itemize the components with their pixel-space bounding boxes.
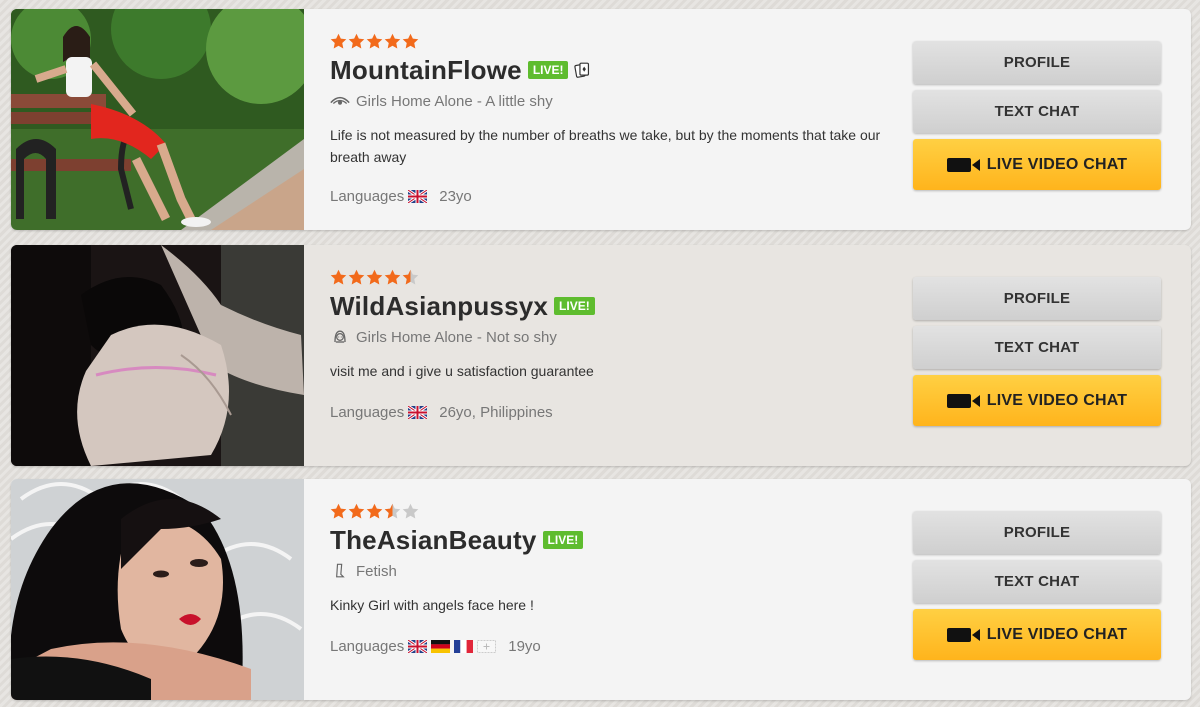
other-language-flag-icon <box>477 640 497 653</box>
uk-flag-icon <box>408 406 428 419</box>
empty-star-icon <box>402 503 419 518</box>
boot-icon <box>336 563 345 578</box>
age-label: 26yo, Philippines <box>439 404 553 421</box>
category-label: Girls Home Alone - Not so shy <box>356 328 557 346</box>
eye-icon <box>330 96 350 105</box>
profile-description: visit me and i give u satisfaction guara… <box>330 363 594 379</box>
profile-description: Life is not measured by the number of br… <box>330 127 881 165</box>
live-video-chat-label: LIVE VIDEO CHAT <box>986 625 1128 643</box>
live-video-chat-label: LIVE VIDEO CHAT <box>986 391 1128 409</box>
video-camera-icon <box>946 393 980 408</box>
profile-info: TheAsianBeauty LIVE! Fetish Kinky Girl w… <box>304 479 1191 700</box>
star-icon <box>348 503 365 518</box>
video-camera-icon <box>946 157 980 172</box>
star-icon <box>402 33 419 48</box>
live-badge: LIVE! <box>554 297 595 315</box>
half-star-icon <box>402 269 419 284</box>
category-label: Girls Home Alone - A little shy <box>356 92 553 110</box>
star-icon <box>366 33 383 48</box>
languages-row: Languages 19yo <box>330 638 541 655</box>
star-icon <box>348 269 365 284</box>
star-icon <box>348 33 365 48</box>
languages-row: Languages 26yo, Philippines <box>330 404 553 421</box>
germany-flag-icon <box>431 640 451 653</box>
france-flag-icon <box>454 640 474 653</box>
languages-label: Languages <box>330 638 405 655</box>
star-icon <box>384 269 401 284</box>
text-chat-button[interactable]: TEXT CHAT <box>913 90 1161 133</box>
action-buttons: PROFILE TEXT CHAT LIVE VIDEO CHAT <box>913 277 1161 432</box>
shy-face-icon <box>334 330 346 343</box>
profile-info: MountainFlowe LIVE! Girls Home Alone - A… <box>304 9 1191 230</box>
star-icon <box>330 33 347 48</box>
profile-info: WildAsianpussyx LIVE! Girls Home Alone -… <box>304 245 1191 466</box>
text-chat-button[interactable]: TEXT CHAT <box>913 560 1161 603</box>
languages-label: Languages <box>330 188 405 205</box>
profile-photo[interactable] <box>11 245 304 466</box>
languages-label: Languages <box>330 404 405 421</box>
live-video-chat-button[interactable]: LIVE VIDEO CHAT <box>913 375 1161 426</box>
star-icon <box>330 269 347 284</box>
star-icon <box>384 33 401 48</box>
age-label: 23yo <box>439 188 472 205</box>
languages-row: Languages 23yo <box>330 188 472 205</box>
live-badge: LIVE! <box>542 531 584 549</box>
live-video-chat-button[interactable]: LIVE VIDEO CHAT <box>913 609 1161 660</box>
star-icon <box>366 269 383 284</box>
text-chat-button[interactable]: TEXT CHAT <box>913 326 1161 369</box>
uk-flag-icon <box>408 640 428 653</box>
profile-card: MountainFlowe LIVE! Girls Home Alone - A… <box>11 9 1191 230</box>
action-buttons: PROFILE TEXT CHAT LIVE VIDEO CHAT <box>913 511 1161 666</box>
profile-button[interactable]: PROFILE <box>913 511 1161 554</box>
profile-description: Kinky Girl with angels face here ! <box>330 597 534 613</box>
profile-name[interactable]: WildAsianpussyx <box>330 291 548 322</box>
age-label: 19yo <box>508 638 541 655</box>
uk-flag-icon <box>408 190 428 203</box>
video-camera-icon <box>946 627 980 642</box>
profile-name[interactable]: TheAsianBeauty <box>330 525 537 556</box>
live-video-chat-button[interactable]: LIVE VIDEO CHAT <box>913 139 1161 190</box>
profile-card: WildAsianpussyx LIVE! Girls Home Alone -… <box>11 245 1191 466</box>
profile-button[interactable]: PROFILE <box>913 277 1161 320</box>
profile-card: TheAsianBeauty LIVE! Fetish Kinky Girl w… <box>11 479 1191 700</box>
live-badge: LIVE! <box>527 61 569 79</box>
category-label: Fetish <box>356 562 397 580</box>
profile-name[interactable]: MountainFlowe <box>330 55 522 86</box>
profile-photo[interactable] <box>11 479 304 700</box>
profile-photo[interactable] <box>11 9 304 230</box>
playing-cards-icon <box>574 62 590 78</box>
live-video-chat-label: LIVE VIDEO CHAT <box>986 155 1128 173</box>
action-buttons: PROFILE TEXT CHAT LIVE VIDEO CHAT <box>913 41 1161 196</box>
half-star-icon <box>384 503 401 518</box>
profile-button[interactable]: PROFILE <box>913 41 1161 84</box>
star-icon <box>366 503 383 518</box>
star-icon <box>330 503 347 518</box>
